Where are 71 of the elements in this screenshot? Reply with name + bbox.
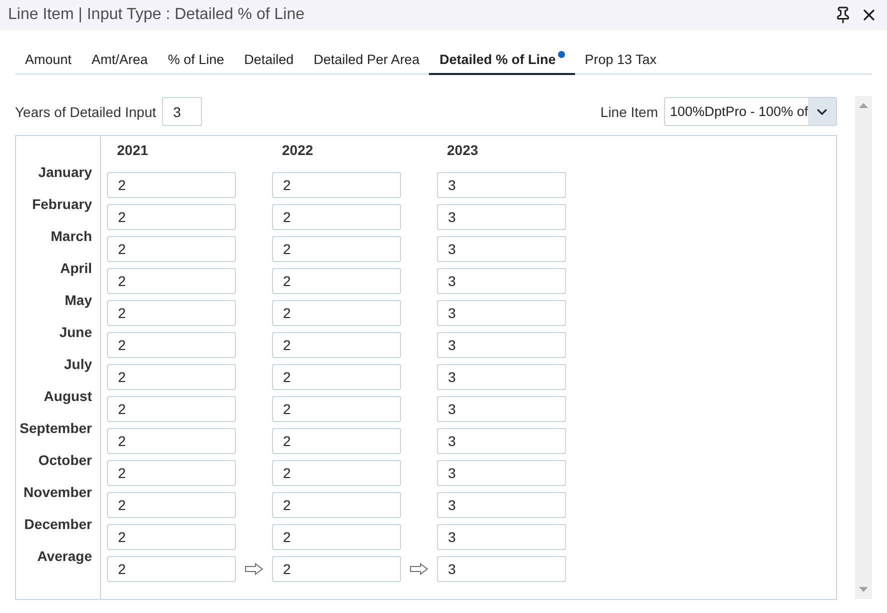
row-label: Average <box>36 547 92 566</box>
row-label: March <box>50 227 92 246</box>
input-field[interactable]: 2 <box>272 332 401 358</box>
input-field[interactable]: 2 <box>107 428 236 454</box>
tab[interactable]: Detailed <box>234 45 304 75</box>
input-field[interactable]: 2 <box>107 364 236 390</box>
input-field[interactable]: 3 <box>162 97 202 126</box>
input-field[interactable]: 3 <box>437 492 566 518</box>
input-field[interactable]: 2 <box>107 268 236 294</box>
input-field[interactable]: 2 <box>107 396 236 422</box>
input-field[interactable]: 3 <box>437 204 566 230</box>
row-label: February <box>31 195 92 214</box>
tab[interactable]: % of Line <box>158 45 234 75</box>
input-field[interactable]: 2 <box>107 492 236 518</box>
input-field[interactable]: 2 <box>272 236 401 262</box>
input-field[interactable]: 2 <box>107 524 236 550</box>
input-field[interactable]: 2 <box>272 428 401 454</box>
input-field[interactable]: 2 <box>107 300 236 326</box>
input-field[interactable]: 3 <box>437 524 566 550</box>
input-field[interactable]: 2 <box>272 300 401 326</box>
input-field[interactable]: 3 <box>437 236 566 262</box>
input-field[interactable]: 2 <box>272 396 401 422</box>
input-field[interactable]: 2 <box>107 460 236 486</box>
input-field[interactable]: 2 <box>107 236 236 262</box>
input-field[interactable]: 2 <box>272 460 401 486</box>
arrow-right-icon <box>410 563 428 575</box>
row-label: September <box>18 419 92 438</box>
tab[interactable]: Amt/Area <box>82 45 158 75</box>
row-label: January <box>37 163 92 182</box>
input-field[interactable]: 3 <box>437 396 566 422</box>
row-label: August <box>42 387 92 406</box>
input-field[interactable]: 2 <box>107 172 236 198</box>
tab[interactable]: Detailed Per Area <box>304 45 430 75</box>
field-label: Line Item <box>600 104 658 120</box>
chevron-down-icon[interactable] <box>808 98 836 125</box>
input-field[interactable]: 2 <box>272 172 401 198</box>
input-field[interactable]: 2 <box>272 524 401 550</box>
input-field[interactable]: 3 <box>437 300 566 326</box>
input-field[interactable]: 3 <box>437 332 566 358</box>
input-field[interactable]: 2 <box>272 364 401 390</box>
pin-icon[interactable] <box>834 6 852 24</box>
input-field[interactable]: 3 <box>437 428 566 454</box>
input-field[interactable]: 3 <box>437 460 566 486</box>
input-field[interactable]: 2 <box>272 268 401 294</box>
input-field[interactable]: 3 <box>437 268 566 294</box>
row-label: July <box>62 355 92 374</box>
input-field[interactable]: 2 <box>272 204 401 230</box>
tab[interactable]: Detailed % of Line <box>429 45 575 75</box>
input-field[interactable]: 3 <box>437 556 566 582</box>
window-title: Line Item | Input Type : Detailed % of Line <box>8 6 304 24</box>
input-field[interactable]: 2 <box>272 556 401 582</box>
column-header: 2023 <box>446 142 478 158</box>
field-label: Years of Detailed Input <box>15 104 156 120</box>
input-field[interactable]: 2 <box>107 204 236 230</box>
input-field[interactable]: 3 <box>437 364 566 390</box>
row-label: December <box>23 515 92 534</box>
row-label: May <box>64 291 92 310</box>
row-label: June <box>58 323 92 342</box>
row-label: November <box>22 483 92 502</box>
input-field[interactable]: 2 <box>107 556 236 582</box>
input-field[interactable]: 2 <box>107 332 236 358</box>
column-header: 2021 <box>116 142 148 158</box>
row-label: April <box>59 259 92 278</box>
row-label: October <box>37 451 92 470</box>
input-field[interactable]: 3 <box>437 172 566 198</box>
arrow-right-icon <box>245 563 263 575</box>
input-field[interactable]: 2 <box>272 492 401 518</box>
dropdown[interactable]: 100%DptPro - 100% of <box>664 97 837 126</box>
tab[interactable]: Amount <box>15 45 82 75</box>
column-header: 2022 <box>281 142 314 158</box>
tab[interactable]: Prop 13 Tax <box>574 45 667 75</box>
